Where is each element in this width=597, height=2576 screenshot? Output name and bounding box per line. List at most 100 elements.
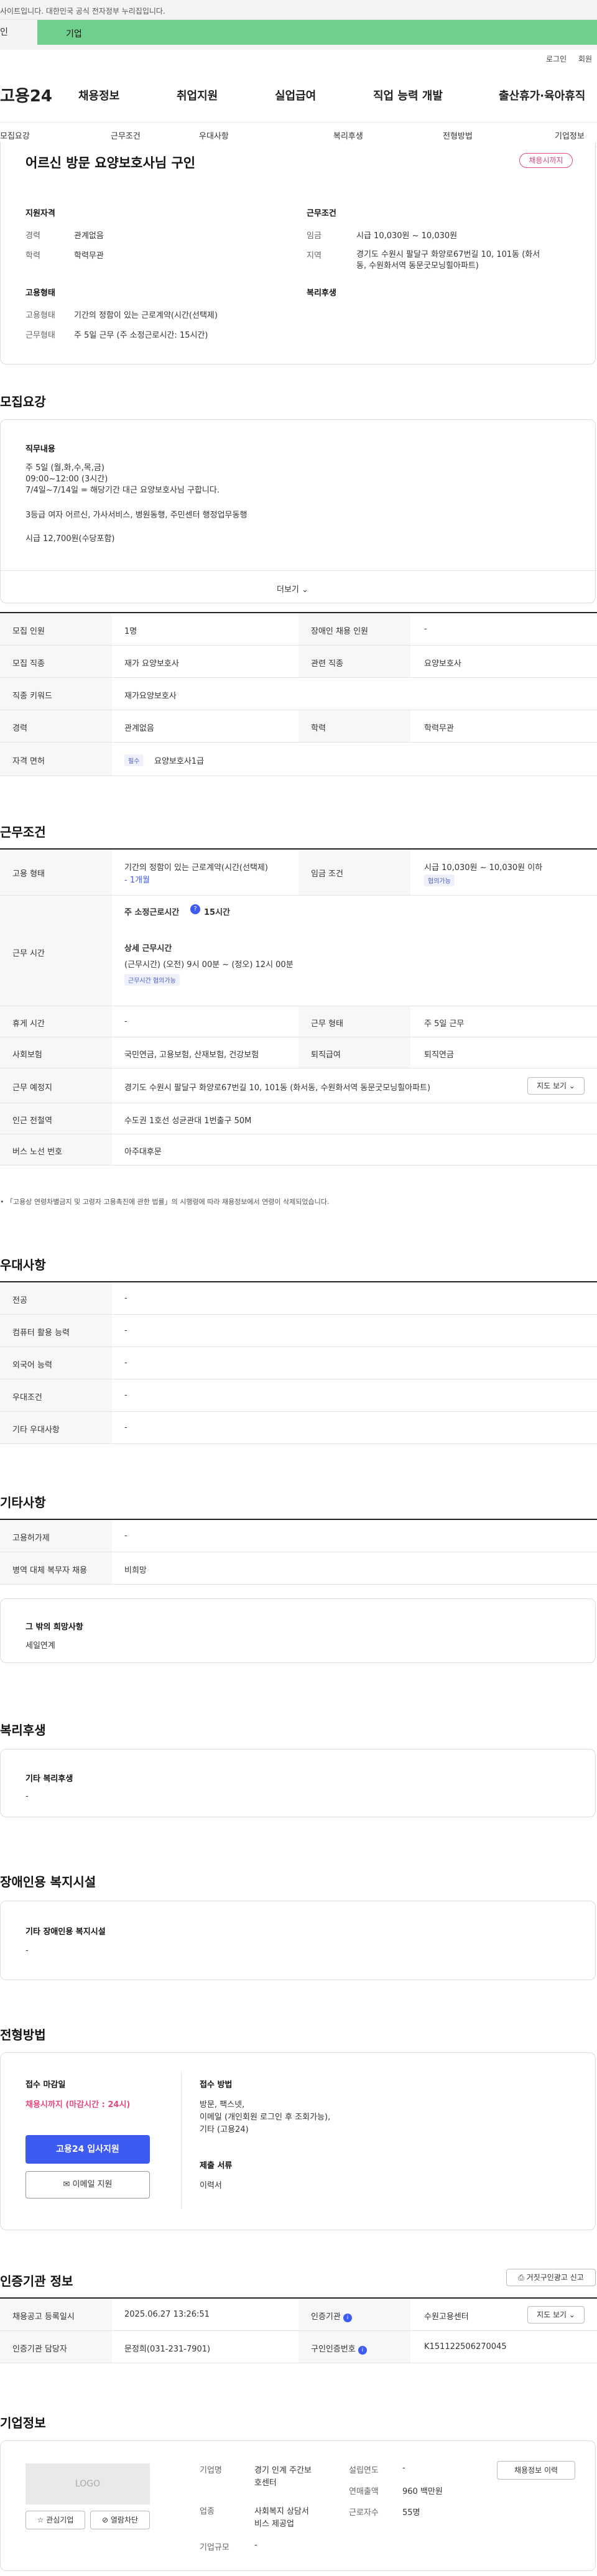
map-button-label: 지도 보기 xyxy=(537,1082,567,1090)
row-label: 모집 직종 xyxy=(12,659,45,669)
industry-value: 사회복지 상담서 xyxy=(254,2507,309,2516)
founded-label: 설립연도 xyxy=(349,2466,379,2475)
info-icon[interactable]: i xyxy=(343,2314,352,2322)
member-type-tabs: 인 기업 xyxy=(0,20,597,50)
row-value: 수원고용센터 xyxy=(424,2312,469,2322)
edu-value: 학력무관 xyxy=(74,251,104,261)
row-value: - xyxy=(124,1391,127,1400)
etc-table: 고용허가제 - 병역 대체 복무자 채용 비희망 xyxy=(0,1519,597,1585)
report-button-label: 거짓구인광고 신고 xyxy=(526,2273,584,2282)
row-value: - xyxy=(124,1358,127,1368)
org-label-text: 인증기관 xyxy=(311,2312,341,2322)
apply-card: 접수 마감일 채용시까지 (마감시간 : 24시) 고용24 입사지원 ✉ 이메… xyxy=(0,2052,596,2230)
row-label: 근무 시간 xyxy=(12,949,45,958)
preference-table: 전공 - 컴퓨터 활용 능력 - 외국어 능력 - 우대조건 - 기타 우대사항… xyxy=(0,1281,597,1444)
info-icon[interactable]: ? xyxy=(190,904,200,914)
hours-negotiable-tag: 근무시간 협의가능 xyxy=(124,974,180,986)
row-label: 임금 조건 xyxy=(311,869,343,879)
row-label: 컴퓨터 활용 능력 xyxy=(12,1328,70,1338)
gnb-item-employment-support[interactable]: 취업지원 xyxy=(177,87,218,103)
subnav-welfare[interactable]: 복리후생 xyxy=(333,129,363,141)
table-row: 경력 관계없음 학력 학력무관 xyxy=(0,710,597,743)
gnb-item-parental-leave[interactable]: 출산휴가·육아휴직 xyxy=(499,87,585,103)
row-value: - xyxy=(124,1294,127,1303)
other-wishes-value: 세일연계 xyxy=(25,1641,55,1651)
subnav-recruit[interactable]: 모집요강 xyxy=(0,129,30,141)
weekly-hours-label: 주 소정근로시간 xyxy=(124,908,180,917)
row-label: 외국어 능력 xyxy=(12,1361,52,1370)
block-company-button[interactable]: ⊘ 열람차단 xyxy=(90,2511,150,2529)
method-heading: 접수 방법 xyxy=(200,2080,233,2090)
welfare-heading: 기타 복리후생 xyxy=(25,1774,73,1784)
favorite-company-button[interactable]: ☆ 관심기업 xyxy=(25,2511,85,2529)
star-icon: ☆ xyxy=(37,2516,44,2524)
company-logo: LOGO xyxy=(25,2463,150,2504)
age-notice-text: 「고용상 연령차별금지 및 고령자 고용촉진에 관한 법률」의 시행령에 따라 … xyxy=(6,1198,330,1206)
duty-line: 3등급 여자 어르신, 가사서비스, 병원동행, 주민센터 행정업무동행 xyxy=(25,511,248,520)
row-value: 경기도 수원시 팔달구 화양로67번길 10, 101동 (화서동, 수원화서역… xyxy=(124,1083,431,1093)
subnav-company[interactable]: 기업정보 xyxy=(555,129,585,141)
email-apply-button[interactable]: ✉ 이메일 지원 xyxy=(25,2171,150,2198)
site-logo[interactable]: 고용24 xyxy=(0,83,52,106)
welfare-value: - xyxy=(25,1792,29,1801)
cert-table: 채용공고 등록일시 2025.06.27 13:26:51 인증기관 i 수원고… xyxy=(0,2297,597,2363)
row-value: 2025.06.27 13:26:51 xyxy=(124,2310,210,2319)
report-button[interactable]: ⎙ 거짓구인광고 신고 xyxy=(506,2269,596,2286)
welfare-card: 기타 복리후생 - xyxy=(0,1749,596,1817)
row-value: 국민연금, 고용보험, 산재보험, 건강보험 xyxy=(124,1050,259,1060)
worktype-label: 근무형태 xyxy=(25,331,55,340)
gov-notice-bar: 사이트입니다. 대한민국 공식 전자정부 누리집입니다. xyxy=(0,0,597,20)
other-wishes-card: 그 밖의 희망사항 세일연계 xyxy=(0,1598,596,1663)
job-history-label: 채용정보 이력 xyxy=(514,2466,558,2475)
duty-card: 직무내용 주 5일 (월,화,수,목,금) 09:00~12:00 (3시간) … xyxy=(0,419,596,603)
subnav-preference[interactable]: 우대사항 xyxy=(199,129,229,141)
login-link[interactable]: 로그인 xyxy=(546,53,567,64)
info-icon[interactable]: i xyxy=(358,2346,367,2355)
table-row: 모집 인원 1명 장애인 채용 인원 - xyxy=(0,613,597,646)
area-value-line1: 경기도 수원시 팔달구 화양로67번길 10, 101동 (화서 xyxy=(356,250,540,259)
other-wishes-heading: 그 밖의 희망사항 xyxy=(25,1623,83,1632)
row-value: 요양보호사 xyxy=(424,659,461,669)
industry-label: 업종 xyxy=(200,2507,215,2516)
row-label: 병역 대체 복무자 채용 xyxy=(12,1566,88,1575)
table-row: 인근 전철역 수도권 1호선 성균관대 1번출구 50M xyxy=(0,1103,597,1134)
table-row: 근무 예정지 경기도 수원시 팔달구 화양로67번길 10, 101동 (화서동… xyxy=(0,1068,597,1103)
subnav-conditions[interactable]: 근무조건 xyxy=(111,129,141,141)
method-line: 이메일 (개인회원 로그인 후 조회가능), xyxy=(200,2113,331,2122)
job-history-button[interactable]: 채용정보 이력 xyxy=(497,2461,575,2480)
table-row: 근무 시간 주 소정근로시간 ? 15시간 상세 근무시간 (근무시간) (오전… xyxy=(0,896,597,1006)
row-value: - xyxy=(424,624,427,634)
map-button[interactable]: 지도 보기 ⌄ xyxy=(527,2306,585,2323)
company-name-value: 호센터 xyxy=(254,2478,277,2488)
join-link[interactable]: 회원 xyxy=(578,53,592,64)
subnav-selection[interactable]: 전형방법 xyxy=(443,129,473,141)
tab-individual[interactable]: 인 xyxy=(0,25,8,38)
career-label: 경력 xyxy=(25,231,40,241)
welfare-section-title: 복리후생 xyxy=(0,1723,46,1738)
wage-label: 임금 xyxy=(307,231,322,241)
table-row: 채용공고 등록일시 2025.06.27 13:26:51 인증기관 i 수원고… xyxy=(0,2299,597,2331)
gnb-item-jobs[interactable]: 채용정보 xyxy=(78,87,119,103)
apply-online-button[interactable]: 고용24 입사지원 xyxy=(25,2135,150,2164)
area-label: 지역 xyxy=(307,251,322,261)
chevron-down-icon: ⌄ xyxy=(568,1082,575,1090)
detail-hours-heading: 상세 근무시간 xyxy=(124,944,172,953)
table-row: 사회보험 국민연금, 고용보험, 산재보험, 건강보험 퇴직급여 퇴직연금 xyxy=(0,1037,597,1068)
row-label: 학력 xyxy=(311,724,326,733)
table-row: 휴게 시간 - 근무 형태 주 5일 근무 xyxy=(0,1006,597,1037)
row-label: 고용허가제 xyxy=(12,1534,50,1543)
row-value: 시급 10,030원 ~ 10,030원 이하 xyxy=(424,863,543,873)
more-button[interactable]: 더보기 ⌄ xyxy=(277,583,308,595)
emp-heading: 고용형태 xyxy=(25,289,55,298)
map-button[interactable]: 지도 보기 ⌄ xyxy=(527,1077,585,1095)
gnb-item-unemployment-benefit[interactable]: 실업급여 xyxy=(275,87,316,103)
emptype-label: 고용형태 xyxy=(25,311,55,320)
size-value: - xyxy=(254,2541,257,2550)
row-label: 기타 우대사항 xyxy=(12,1425,60,1435)
gnb-item-job-training[interactable]: 직업 능력 개발 xyxy=(373,87,443,103)
tab-business[interactable]: 기업 xyxy=(37,20,597,45)
employees-label: 근로자수 xyxy=(349,2508,379,2518)
career-value: 관계없음 xyxy=(74,231,104,241)
cert-no-label-text: 구인인증번호 xyxy=(311,2345,356,2354)
table-row: 컴퓨터 활용 능력 - xyxy=(0,1315,597,1347)
